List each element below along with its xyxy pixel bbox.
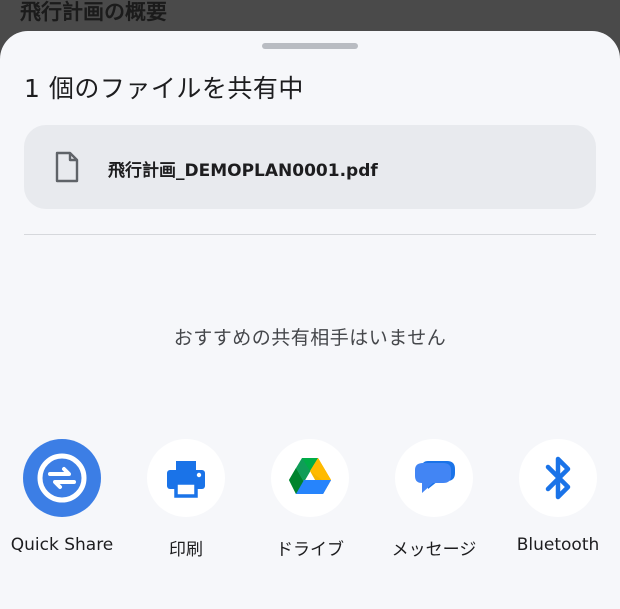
share-target-bluetooth[interactable]: Bluetooth	[496, 439, 620, 579]
share-target-drive[interactable]: ドライブ	[248, 439, 372, 579]
background-page-title: 飛行計画の概要	[20, 0, 167, 24]
shared-file-card: 飛行計画_DEMOPLAN0001.pdf	[24, 125, 596, 209]
quick-share-icon	[23, 439, 101, 517]
divider	[24, 234, 596, 235]
share-sheet: 1 個のファイルを共有中 飛行計画_DEMOPLAN0001.pdf おすすめの…	[0, 31, 620, 609]
share-target-messages[interactable]: メッセージ	[372, 439, 496, 579]
share-sheet-title: 1 個のファイルを共有中	[24, 74, 304, 103]
file-icon	[54, 151, 80, 183]
share-target-quick-share[interactable]: Quick Share	[0, 439, 124, 579]
share-target-label: ドライブ	[276, 540, 344, 560]
share-target-print[interactable]: 印刷	[124, 439, 248, 579]
drag-handle[interactable]	[262, 43, 358, 49]
bluetooth-icon	[519, 439, 597, 517]
background-app-header: 飛行計画の概要	[0, 0, 620, 34]
google-drive-icon	[271, 439, 349, 517]
share-target-label: メッセージ	[391, 540, 477, 560]
messages-icon	[395, 439, 473, 517]
share-target-label: 印刷	[169, 540, 203, 560]
no-recommendations-message: おすすめの共有相手はいません	[173, 327, 447, 349]
shared-file-name: 飛行計画_DEMOPLAN0001.pdf	[108, 161, 378, 181]
printer-icon	[147, 439, 225, 517]
share-target-label: Bluetooth	[516, 535, 600, 555]
